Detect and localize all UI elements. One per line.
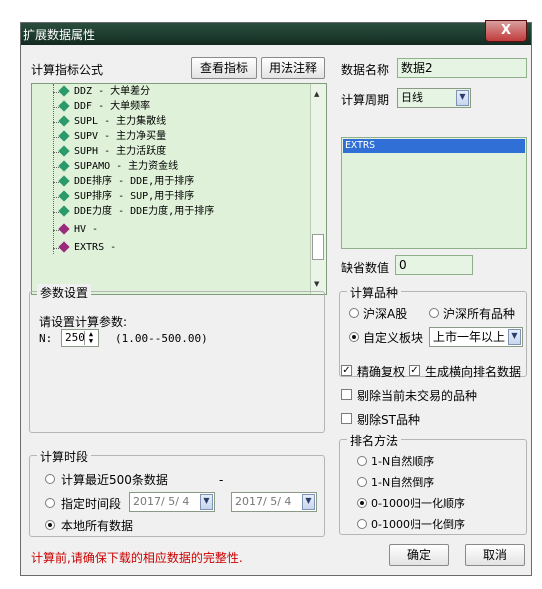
rank-label-4: 0-1000归一化倒序 <box>371 518 465 531</box>
exact-adjust-checkbox[interactable]: ✓ <box>341 365 352 376</box>
tree-connector <box>53 84 54 254</box>
date-from-picker[interactable]: 2017/ 5/ 4 ▼ <box>129 492 215 512</box>
cancel-button[interactable]: 取消 <box>465 544 525 566</box>
exclude-st-checkbox[interactable] <box>341 413 352 424</box>
formula-scrollbar[interactable]: ▲ ▼ <box>310 84 326 294</box>
formula-gem-icon <box>58 190 70 202</box>
scroll-thumb[interactable] <box>312 234 324 260</box>
chevron-down-icon[interactable]: ▼ <box>200 494 213 510</box>
rank-label-3: 0-1000归一化顺序 <box>371 497 465 510</box>
radio-custom-label: 自定义板块 <box>363 331 424 345</box>
formula-gem-icon <box>58 223 70 235</box>
missing-value-label: 缺省数值 <box>341 261 390 275</box>
formula-gem-icon <box>58 175 70 187</box>
date-from-value: 2017/ 5/ 4 <box>133 495 190 508</box>
n-label: N: <box>39 332 53 345</box>
formula-gem-icon <box>58 145 70 157</box>
formula-gem-icon <box>58 205 70 217</box>
gen-rank-checkbox[interactable]: ✓ <box>409 365 420 376</box>
scroll-down-icon[interactable]: ▼ <box>314 280 319 288</box>
period-value: 日线 <box>401 91 423 104</box>
title-bar: 扩展数据属性 X <box>21 20 531 45</box>
radio-recent[interactable] <box>45 474 55 484</box>
scroll-up-icon[interactable]: ▲ <box>314 90 319 98</box>
gen-rank-label: 生成横向排名数据 <box>425 365 522 379</box>
indicator-list-item[interactable]: EXTRS <box>343 139 525 153</box>
formula-gem-icon <box>58 85 70 97</box>
close-button[interactable]: X <box>485 20 527 42</box>
radio-recent-label: 计算最近500条数据 <box>61 473 168 487</box>
formula-gem-icon <box>58 115 70 127</box>
indicator-listbox[interactable]: EXTRS <box>341 137 527 249</box>
radio-all-local[interactable] <box>45 520 55 530</box>
period-label: 计算周期 <box>341 93 390 107</box>
range-dash: - <box>219 473 224 487</box>
rank-radio-2[interactable] <box>357 477 367 487</box>
formula-gem-icon <box>58 100 70 112</box>
exclude-untraded-checkbox[interactable] <box>341 389 352 400</box>
usage-notes-button[interactable]: 用法注释 <box>261 57 325 79</box>
chevron-down-icon[interactable]: ▼ <box>508 329 521 345</box>
n-range: (1.00--500.00) <box>115 332 208 345</box>
rank-label-2: 1-N自然倒序 <box>371 476 435 489</box>
params-prompt: 请设置计算参数: <box>39 315 128 329</box>
data-name-label: 数据名称 <box>341 63 390 77</box>
custom-block-value: 上市一年以上 <box>433 330 506 344</box>
rank-radio-1[interactable] <box>357 456 367 466</box>
exclude-untraded-label: 剔除当前未交易的品种 <box>357 389 478 403</box>
footer-warning: 计算前,请确保下载的相应数据的完整性. <box>31 551 243 565</box>
exclude-st-label: 剔除ST品种 <box>357 413 420 427</box>
date-to-value: 2017/ 5/ 4 <box>235 495 292 508</box>
radio-specified[interactable] <box>45 498 55 508</box>
radio-hs-all[interactable] <box>429 308 439 318</box>
radio-hs-a-label: 沪深A股 <box>363 307 408 321</box>
n-value-stepper[interactable]: 250 ▲ ▼ <box>61 329 99 347</box>
ok-button[interactable]: 确定 <box>389 544 449 566</box>
view-indicator-button[interactable]: 查看指标 <box>191 57 257 79</box>
stepper-arrows-icon[interactable]: ▲ ▼ <box>84 331 97 345</box>
period-select[interactable]: 日线 ▼ <box>397 88 471 108</box>
n-value: 250 <box>65 331 85 344</box>
chevron-down-icon[interactable]: ▼ <box>302 494 315 510</box>
formula-tree[interactable]: DDZ - 大单差分 DDF - 大单频率 SUPL - 主力集散线 SUPV … <box>31 83 327 295</box>
window-title: 扩展数据属性 <box>23 28 96 42</box>
data-name-input[interactable]: 数据2 <box>397 58 527 78</box>
exact-adjust-label: 精确复权 <box>357 365 406 379</box>
params-group-label: 参数设置 <box>37 284 92 301</box>
custom-block-select[interactable]: 上市一年以上 ▼ <box>429 327 523 347</box>
extend-data-dialog: 扩展数据属性 X 计算指标公式 查看指标 用法注释 DDZ - 大单差分 DDF… <box>20 20 532 576</box>
calc-variety-label: 计算品种 <box>347 284 402 301</box>
rank-radio-4[interactable] <box>357 519 367 529</box>
formula-label: 计算指标公式 <box>31 63 104 77</box>
radio-all-local-label: 本地所有数据 <box>61 519 134 533</box>
missing-value-input[interactable]: 0 <box>395 255 473 275</box>
rank-label-1: 1-N自然顺序 <box>371 455 435 468</box>
chevron-down-icon[interactable]: ▼ <box>456 90 469 106</box>
date-to-picker[interactable]: 2017/ 5/ 4 ▼ <box>231 492 317 512</box>
formula-gem-icon <box>58 130 70 142</box>
formula-gem-icon <box>58 241 70 253</box>
radio-hs-a[interactable] <box>349 308 359 318</box>
rank-method-label: 排名方法 <box>347 432 402 449</box>
radio-custom-block[interactable] <box>349 332 359 342</box>
radio-hs-all-label: 沪深所有品种 <box>443 307 516 321</box>
formula-gem-icon <box>58 160 70 172</box>
rank-radio-3[interactable] <box>357 498 367 508</box>
period-range-label: 计算时段 <box>37 448 92 465</box>
radio-specified-label: 指定时间段 <box>61 497 122 511</box>
